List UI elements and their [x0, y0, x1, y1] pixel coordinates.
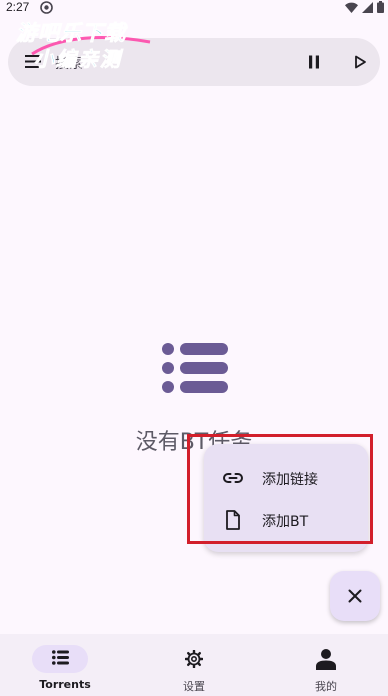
wifi-icon — [345, 2, 358, 13]
bottom-navigation: Torrents 设置 我的 — [0, 634, 388, 696]
pause-icon[interactable] — [306, 54, 322, 70]
nav-label-mine: 我的 — [315, 680, 337, 693]
nav-item-torrents[interactable]: Torrents — [0, 634, 130, 696]
close-icon — [348, 589, 362, 603]
nav-item-settings[interactable]: 设置 — [129, 634, 259, 696]
status-time: 2:27 — [6, 0, 30, 14]
signal-icon — [362, 1, 373, 13]
battery-icon — [377, 1, 384, 13]
status-icons — [345, 1, 384, 13]
watermark-logo: 游吧乐下载 小编亲测 — [16, 21, 151, 71]
list-icon — [52, 650, 69, 665]
person-icon — [316, 649, 336, 670]
play-icon[interactable] — [353, 55, 367, 69]
gear-icon — [185, 650, 203, 668]
nav-label-torrents: Torrents — [39, 678, 91, 691]
menu-item-label: 添加BT — [262, 514, 309, 530]
add-task-menu: 添加链接 添加BT — [204, 444, 368, 552]
task-list-icon — [162, 343, 228, 393]
link-icon — [223, 473, 243, 483]
menu-item-label: 添加链接 — [262, 472, 318, 488]
menu-item-add-bt[interactable]: 添加BT — [204, 500, 368, 540]
nav-label-settings: 设置 — [183, 680, 205, 693]
svg-text:游吧乐下载: 游吧乐下载 — [16, 21, 128, 45]
svg-text:小编亲测: 小编亲测 — [34, 47, 124, 71]
menu-item-add-link[interactable]: 添加链接 — [204, 458, 368, 498]
close-fab-button[interactable] — [330, 571, 380, 621]
notification-icon — [40, 1, 53, 14]
nav-item-mine[interactable]: 我的 — [261, 634, 388, 696]
file-icon — [226, 510, 240, 530]
